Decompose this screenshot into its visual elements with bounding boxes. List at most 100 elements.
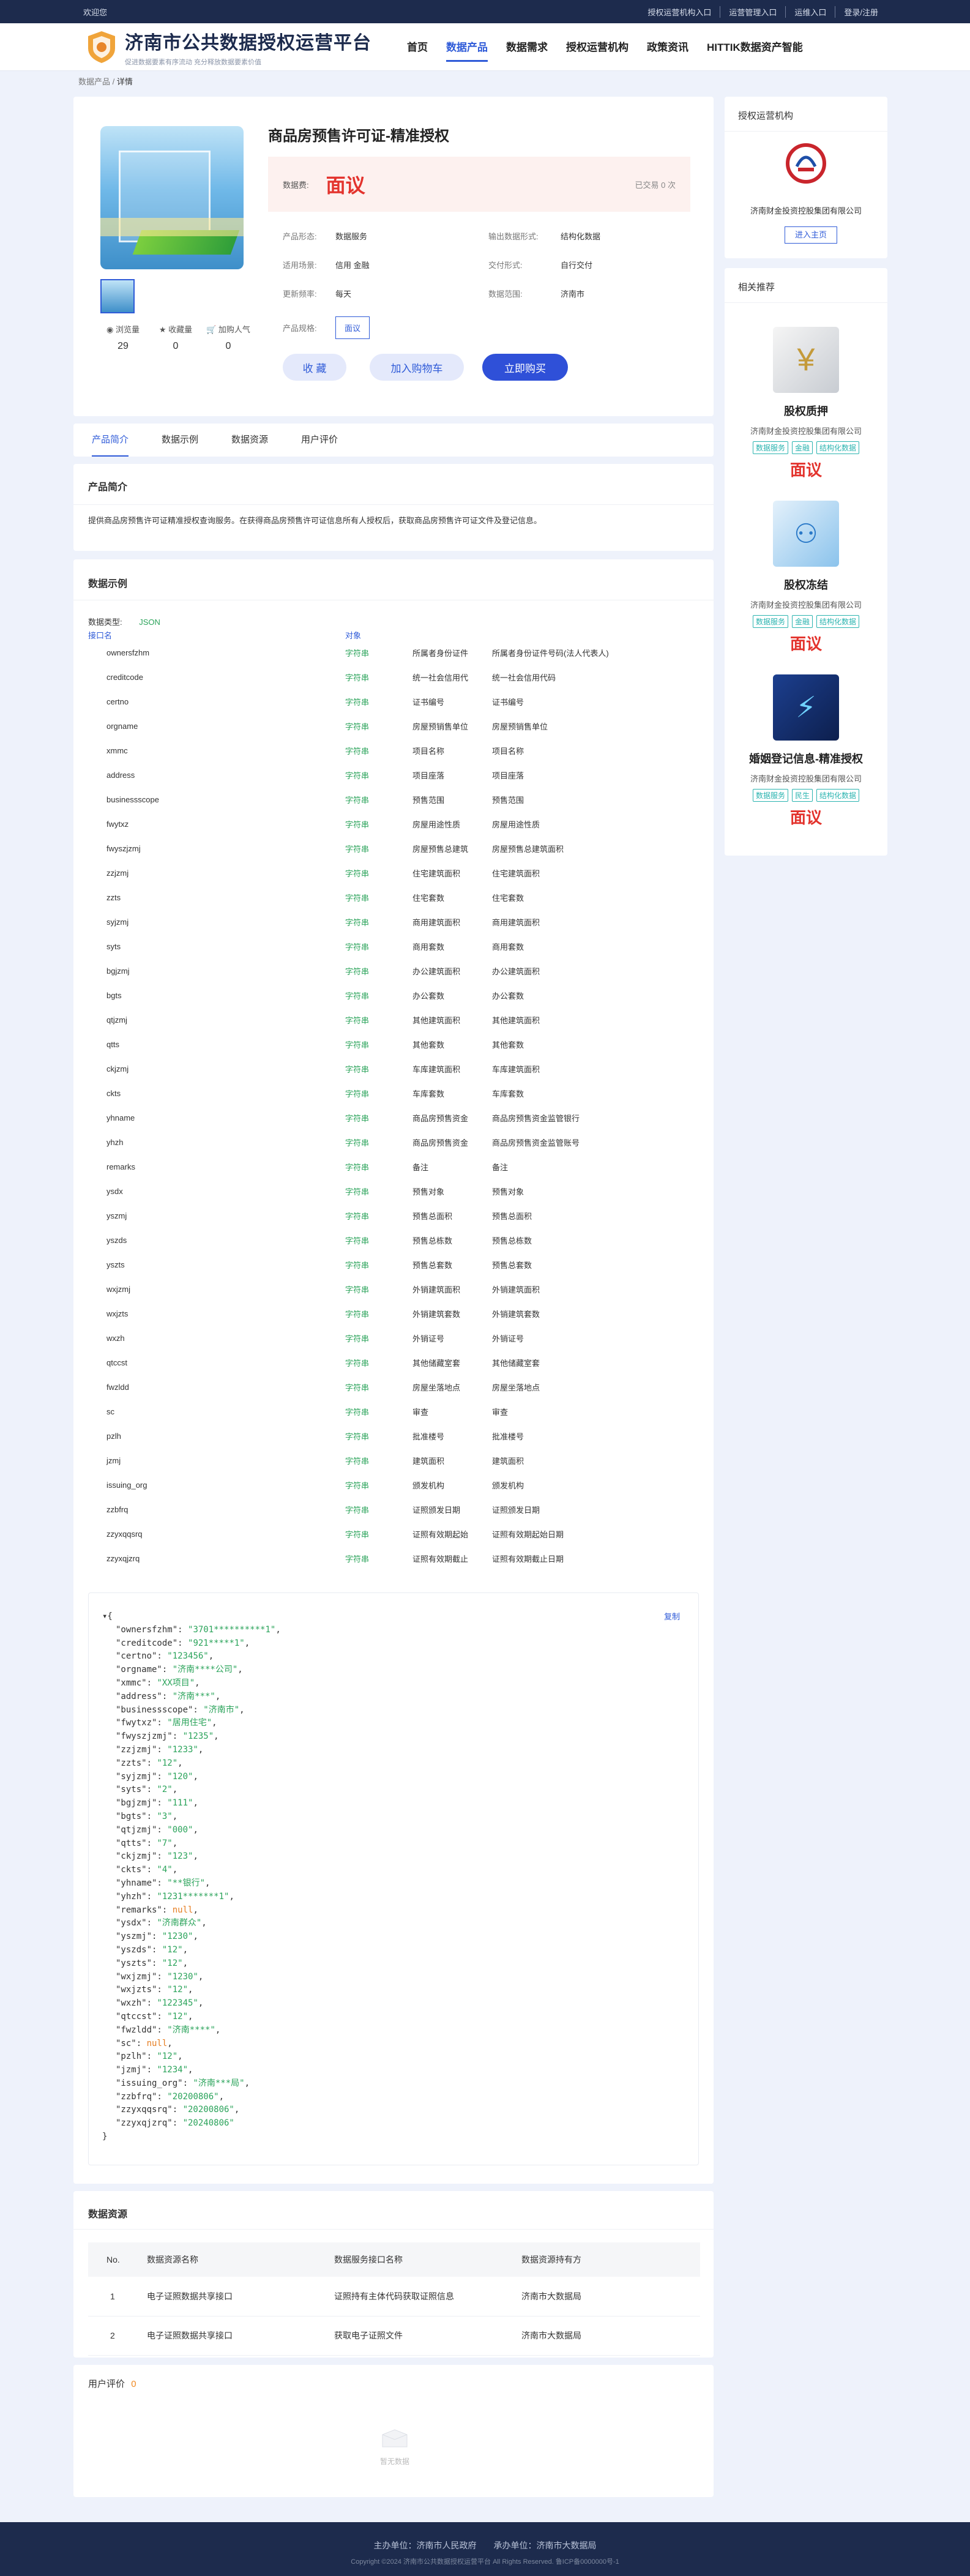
json-comma: , — [214, 1731, 219, 1742]
th-api: 数据服务接口名称 — [334, 2242, 521, 2277]
json-comma: , — [193, 1771, 198, 1782]
field-type: 字符串 — [345, 1309, 370, 1319]
link-login[interactable]: 登录/注册 — [835, 6, 887, 18]
rec-item[interactable]: ¥ 股权质押 济南财金投资控股集团有限公司 数据服务 金融 结构化数据 面议 — [725, 327, 887, 480]
main-nav: 首页 数据产品 数据需求 授权运营机构 政策资讯 HITTIK数据资产智能 — [407, 32, 821, 62]
tab-example[interactable]: 数据示例 — [162, 424, 198, 457]
rec-title: 股权质押 — [784, 405, 828, 417]
json-comma: , — [172, 1865, 178, 1875]
attr-value: 每天 — [335, 289, 352, 299]
stat-favorites: ★ 收藏量 0 — [149, 323, 202, 352]
field-type: 字符串 — [345, 697, 370, 707]
attr-key: 输出数据形式: — [488, 232, 539, 241]
field-name: zzbfrq — [106, 1504, 129, 1514]
th-name: 数据资源名称 — [147, 2242, 334, 2277]
json-value: "XX项目" — [157, 1678, 195, 1688]
data-type-label: 数据类型: — [88, 618, 122, 627]
field-type: 字符串 — [345, 844, 370, 854]
field-row: bgts 字符串 办公套数 办公套数 — [88, 983, 700, 1007]
rec-org: 济南财金投资控股集团有限公司 — [750, 774, 862, 783]
json-value: "120" — [167, 1771, 193, 1782]
rec-item[interactable]: ⚡ 婚姻登记信息-精准授权 济南财金投资控股集团有限公司 数据服务 民生 结构化数据… — [725, 674, 887, 828]
tab-resource[interactable]: 数据资源 — [231, 424, 268, 457]
attr-row: 适用场景: 信用 金融 交付形式: 自行交付 — [283, 259, 714, 271]
json-line: "yszts": "12", — [102, 1957, 281, 1971]
json-line: "yhzh": "1231*******1", — [102, 1891, 281, 1904]
field-type: 字符串 — [345, 1040, 370, 1050]
field-row: qtjzmj 字符串 其他建筑面积 其他建筑面积 — [88, 1007, 700, 1032]
add-to-cart-button[interactable]: 加入购物车 — [370, 354, 464, 381]
json-key: "fwyszjzmj": — [116, 1731, 183, 1742]
intro-text: 提供商品房预售许可证精准授权查询服务。在获得商品房预售许可证信息所有人授权后，获… — [88, 516, 542, 525]
field-type: 字符串 — [345, 673, 370, 682]
favorite-button[interactable]: 收 藏 — [283, 354, 346, 381]
field-desc: 办公套数 — [492, 991, 524, 1001]
field-name: wxzh — [106, 1333, 125, 1343]
field-label: 外销建筑面积 — [412, 1285, 461, 1294]
json-key: "businessscope": — [116, 1704, 204, 1715]
rec-image: ⚇ — [773, 501, 839, 567]
json-open-brace[interactable]: ▾{ — [102, 1610, 281, 1624]
tab-intro[interactable]: 产品简介 — [92, 424, 129, 457]
field-row: fwytxz 字符串 房屋用途性质 房屋用途性质 — [88, 812, 700, 836]
nav-demands[interactable]: 数据需求 — [506, 32, 548, 62]
json-key: "zzyxqqsrq": — [116, 2105, 183, 2115]
field-name: pzlh — [106, 1431, 121, 1441]
field-label: 预售总面积 — [412, 1211, 453, 1221]
field-name: fwytxz — [106, 819, 129, 829]
field-name: yhname — [106, 1113, 135, 1122]
nav-products[interactable]: 数据产品 — [446, 32, 488, 62]
field-desc: 外销建筑套数 — [492, 1309, 540, 1319]
json-comma: , — [234, 2105, 240, 2115]
link-org-entry[interactable]: 授权运营机构入口 — [639, 6, 720, 18]
json-value: "1233" — [167, 1744, 198, 1755]
field-type: 字符串 — [345, 1554, 370, 1564]
nav-orgs[interactable]: 授权运营机构 — [566, 32, 629, 62]
nav-news[interactable]: 政策资讯 — [647, 32, 688, 62]
site-logo[interactable]: 济南市公共数据授权运营平台 促进数据要素有序流动 充分释放数据要素价值 — [86, 28, 371, 67]
stat-views: ◉ 浏览量 29 — [97, 323, 149, 352]
welcome-text: 欢迎您 — [83, 7, 108, 17]
field-row: wxzh 字符串 外销证号 外销证号 — [88, 1326, 700, 1350]
json-line: "remarks": null, — [102, 1904, 281, 1917]
product-image — [100, 126, 244, 269]
nav-hittik[interactable]: HITTIK数据资产智能 — [707, 32, 803, 62]
json-line: "bgts": "3", — [102, 1810, 281, 1824]
json-line: "yszds": "12", — [102, 1944, 281, 1957]
field-name: creditcode — [106, 672, 143, 682]
eye-icon: ◉ — [106, 325, 116, 334]
field-type: 字符串 — [345, 819, 370, 829]
field-name: remarks — [106, 1162, 135, 1171]
copy-button[interactable]: 复制 — [664, 1610, 680, 1622]
link-maint-entry[interactable]: 运维入口 — [785, 6, 835, 18]
link-ops-entry[interactable]: 运营管理入口 — [720, 6, 785, 18]
tab-reviews[interactable]: 用户评价 — [301, 424, 338, 457]
field-type: 字符串 — [345, 1187, 370, 1197]
json-key: "zzts": — [116, 1758, 157, 1768]
rec-item[interactable]: ⚇ 股权冻结 济南财金投资控股集团有限公司 数据服务 金融 结构化数据 面议 — [725, 501, 887, 654]
field-label: 批准楼号 — [412, 1432, 445, 1441]
field-type: 字符串 — [345, 1211, 370, 1221]
buy-now-button[interactable]: 立即购买 — [482, 354, 568, 381]
json-comma: , — [182, 1944, 188, 1955]
json-comma: , — [212, 1718, 217, 1728]
logo-icon — [88, 31, 115, 63]
field-type: 字符串 — [345, 893, 370, 903]
breadcrumb-parent[interactable]: 数据产品 — [78, 77, 110, 86]
product-thumbnail[interactable] — [100, 279, 135, 313]
field-desc: 预售范围 — [492, 795, 524, 805]
field-type: 字符串 — [345, 1089, 370, 1099]
json-key: "certno": — [116, 1651, 168, 1662]
org-home-button[interactable]: 进入主页 — [785, 226, 837, 244]
json-comma: , — [195, 1678, 200, 1688]
nav-home[interactable]: 首页 — [407, 32, 428, 62]
field-type: 字符串 — [345, 1064, 370, 1074]
recommend-card: 相关推荐 ¥ 股权质押 济南财金投资控股集团有限公司 数据服务 金融 结构化数据 面… — [725, 268, 887, 856]
field-desc: 商品房预售资金监管银行 — [492, 1113, 580, 1123]
spec-option[interactable]: 面议 — [335, 316, 370, 339]
org-logo-icon[interactable] — [785, 142, 827, 185]
json-key: "fwzldd": — [116, 2025, 168, 2035]
json-value: "居用住宅" — [167, 1718, 212, 1728]
org-card: 授权运营机构 济南财金投资控股集团有限公司 进入主页 — [725, 97, 887, 258]
json-value: "000" — [167, 1824, 193, 1835]
